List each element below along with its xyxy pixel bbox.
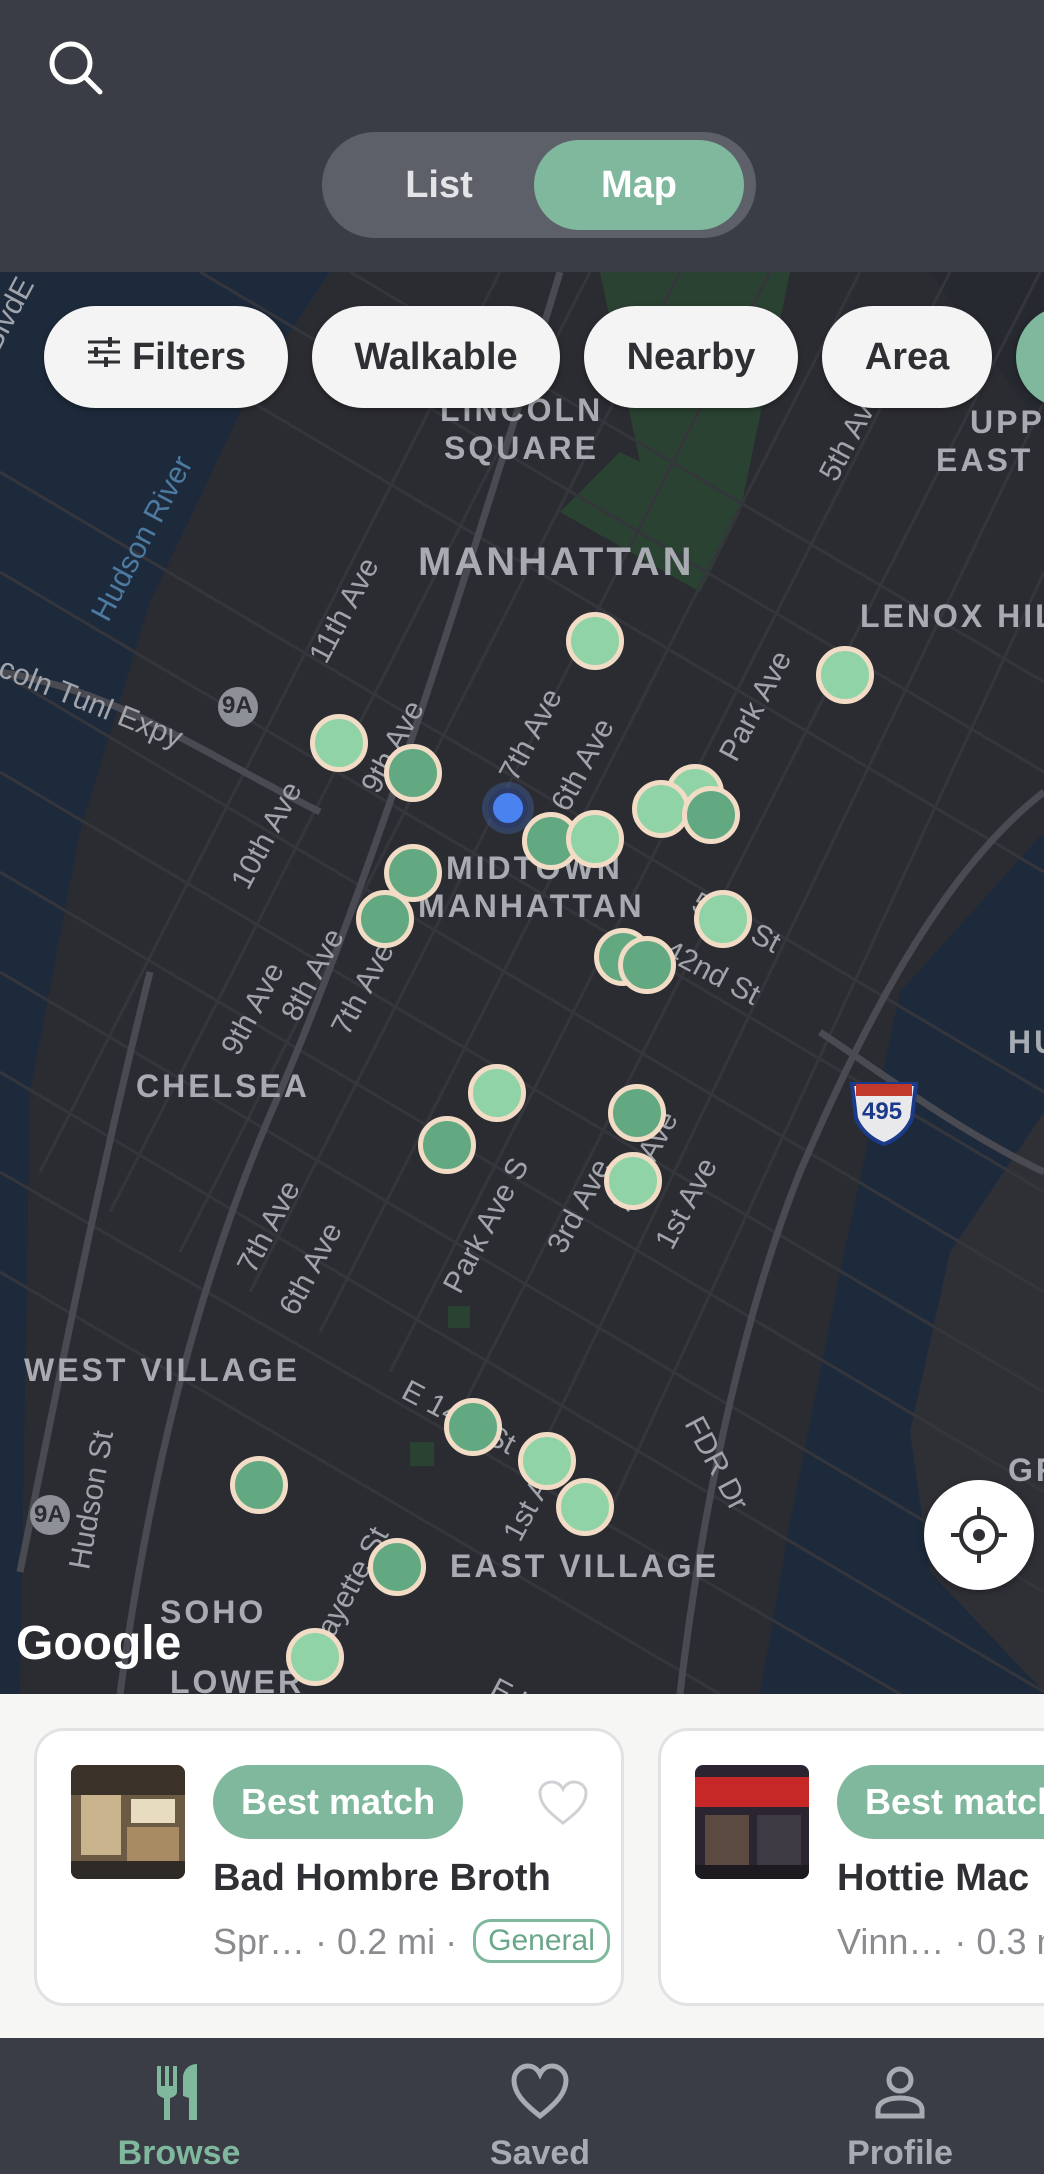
nearby-chip[interactable]: Nearby — [584, 306, 798, 408]
heart-icon — [511, 2063, 569, 2120]
restaurant-pin[interactable] — [468, 1064, 526, 1122]
restaurant-carousel: Best match Bad Hombre Broth Spr… · 0.2 m… — [0, 1694, 1044, 2038]
restaurant-pin[interactable] — [286, 1628, 344, 1686]
list-view-button[interactable]: List — [334, 140, 544, 230]
area-chip[interactable]: Area — [822, 306, 992, 408]
restaurant-pin[interactable] — [384, 744, 442, 802]
restaurant-pin[interactable] — [556, 1478, 614, 1536]
route-i495: 495 — [862, 1098, 903, 1125]
label-midtown-2: MANHATTAN — [418, 888, 645, 924]
label-chelsea: CHELSEA — [136, 1068, 310, 1104]
crosshair-icon — [951, 1507, 1007, 1563]
current-location-dot — [488, 788, 528, 828]
restaurant-location: Vinn… — [837, 1921, 945, 1962]
filter-chips: Filters Walkable Nearby Area — [0, 306, 1044, 410]
google-attribution: Google — [16, 1617, 182, 1670]
restaurant-pin[interactable] — [310, 714, 368, 772]
restaurant-name: Bad Hombre Broth — [213, 1857, 551, 1899]
label-east-village: EAST VILLAGE — [450, 1548, 719, 1584]
restaurant-pin[interactable] — [608, 1084, 666, 1142]
filter-sliders-icon — [86, 305, 122, 407]
restaurant-location: Spr… — [213, 1921, 306, 1962]
restaurant-name: Hottie Mac — [837, 1857, 1030, 1899]
restaurant-thumbnail — [71, 1765, 185, 1879]
restaurant-pin[interactable] — [368, 1538, 426, 1596]
more-filter-chip[interactable] — [1016, 306, 1044, 408]
best-match-badge: Best match — [837, 1765, 1044, 1839]
restaurant-card[interactable]: Best match Bad Hombre Broth Spr… · 0.2 m… — [34, 1728, 624, 2006]
restaurant-pin[interactable] — [566, 612, 624, 670]
label-west-village: WEST VILLAGE — [24, 1352, 300, 1388]
route-9a-top: 9A — [222, 692, 253, 719]
nav-saved-label: Saved — [489, 2134, 591, 2172]
label-hu: HU — [1008, 1024, 1044, 1060]
search-icon[interactable] — [44, 36, 108, 100]
label-lower: LOWER — [170, 1664, 305, 1694]
restaurant-pin[interactable] — [356, 890, 414, 948]
restaurant-pin[interactable] — [418, 1116, 476, 1174]
meta-separator: · — [954, 1921, 977, 1962]
map-view[interactable]: LINCOLN SQUARE UPP EAST MANHATTAN LENOX … — [0, 272, 1044, 1694]
restaurant-thumbnail — [695, 1765, 809, 1879]
best-match-badge: Best match — [213, 1765, 464, 1839]
label-upper-east-2: EAST — [936, 442, 1034, 478]
label-lenox-hill: LENOX HIL — [860, 598, 1044, 634]
nav-profile-label: Profile — [847, 2134, 953, 2172]
filters-chip-label: Filters — [131, 336, 247, 378]
restaurant-pin[interactable] — [518, 1432, 576, 1490]
filters-chip[interactable]: Filters — [44, 306, 288, 408]
map-view-button[interactable]: Map — [534, 140, 744, 230]
restaurant-pin[interactable] — [632, 780, 690, 838]
restaurant-pin[interactable] — [444, 1398, 502, 1456]
restaurant-pin[interactable] — [604, 1152, 662, 1210]
nav-profile[interactable]: Profile — [790, 2038, 1010, 2174]
restaurant-pin[interactable] — [694, 890, 752, 948]
restaurant-distance: 0.2 mi — [337, 1921, 436, 1962]
category-tag: General — [473, 1919, 610, 1964]
restaurant-meta: Vinn… · 0.3 m — [837, 1921, 1044, 1963]
recenter-button[interactable] — [924, 1480, 1034, 1590]
restaurant-meta: Spr… · 0.2 mi · General — [213, 1919, 610, 1964]
restaurant-pin[interactable] — [566, 810, 624, 868]
app-header: List Map — [0, 0, 1044, 272]
restaurant-card[interactable]: Best match Hottie Mac Vinn… · 0.3 m — [658, 1728, 1044, 2006]
bottom-nav: Browse Saved Profile — [0, 2038, 1044, 2174]
restaurant-pin[interactable] — [618, 936, 676, 994]
nav-browse[interactable]: Browse — [69, 2038, 289, 2174]
meta-separator: · — [315, 1921, 338, 1962]
heart-outline-icon[interactable] — [537, 1779, 589, 1827]
fork-knife-icon — [157, 2064, 197, 2120]
restaurant-distance: 0.3 m — [976, 1921, 1044, 1962]
meta-separator: · — [445, 1921, 458, 1962]
nav-browse-label: Browse — [117, 2134, 241, 2172]
label-lincoln-square-2: SQUARE — [444, 430, 599, 466]
view-toggle: List Map — [322, 132, 756, 238]
restaurant-pin[interactable] — [230, 1456, 288, 1514]
restaurant-pin[interactable] — [682, 786, 740, 844]
restaurant-pin[interactable] — [816, 646, 874, 704]
route-9a-bottom: 9A — [34, 1501, 65, 1528]
person-icon — [875, 2066, 925, 2119]
walkable-chip[interactable]: Walkable — [312, 306, 560, 408]
nav-saved[interactable]: Saved — [430, 2038, 650, 2174]
label-manhattan: MANHATTAN — [418, 540, 695, 584]
